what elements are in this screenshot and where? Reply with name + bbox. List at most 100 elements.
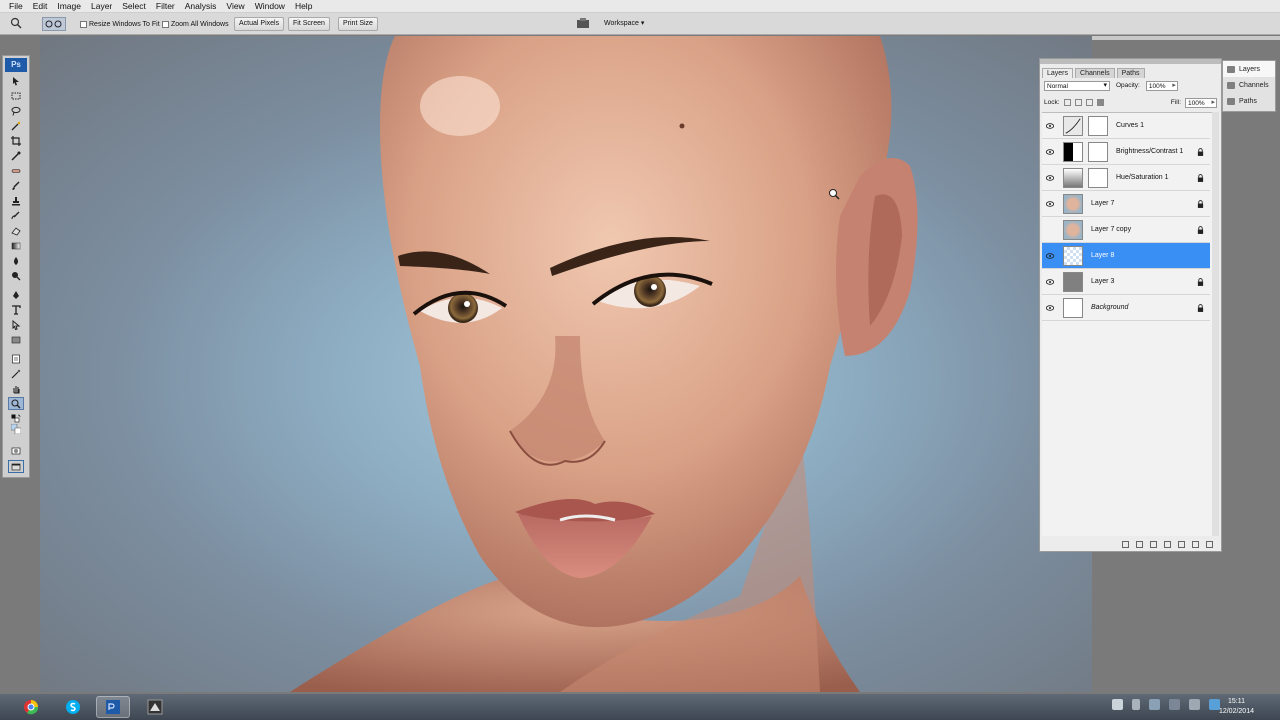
shape-tool-icon[interactable]	[8, 333, 24, 346]
network-icon[interactable]	[1169, 699, 1180, 710]
layer-row-curves[interactable]: Curves 1	[1042, 113, 1210, 139]
menu-window[interactable]: Window	[250, 0, 290, 12]
marquee-tool-icon[interactable]	[8, 89, 24, 102]
workspace-switch-icon[interactable]	[576, 17, 590, 32]
eyedropper-sample-tool-icon[interactable]	[8, 367, 24, 380]
visibility-eye-icon[interactable]	[1045, 121, 1055, 130]
layer-row-brightness-contrast[interactable]: Brightness/Contrast 1	[1042, 139, 1210, 165]
adjustment-layer-icon[interactable]	[1164, 540, 1171, 548]
menu-analysis[interactable]: Analysis	[180, 0, 222, 12]
lock-transparency-icon[interactable]	[1063, 99, 1071, 106]
tab-paths[interactable]: Paths	[1116, 68, 1145, 78]
clock[interactable]: 15:11 12/02/2014	[1219, 697, 1254, 717]
skype-icon[interactable]	[56, 696, 90, 718]
layer-row-layer-8[interactable]: Layer 8	[1042, 243, 1210, 269]
path-selection-tool-icon[interactable]	[8, 318, 24, 331]
dock-label: Channels	[1239, 81, 1269, 89]
healing-brush-tool-icon[interactable]	[8, 164, 24, 177]
layer-row-hue-saturation[interactable]: Hue/Saturation 1	[1042, 165, 1210, 191]
workspace-menu[interactable]: Workspace ▾	[604, 19, 644, 27]
menu-file[interactable]: File	[4, 0, 28, 12]
zoom-tool-icon[interactable]	[10, 17, 22, 31]
layers-panel-titlebar[interactable]	[1040, 59, 1221, 64]
history-brush-tool-icon[interactable]	[8, 209, 24, 222]
keyboard-icon[interactable]	[1112, 699, 1123, 710]
layer-row-layer-3[interactable]: Layer 3	[1042, 269, 1210, 295]
notes-tool-icon[interactable]	[8, 352, 24, 365]
pen-tool-icon[interactable]	[8, 288, 24, 301]
chrome-icon[interactable]	[14, 696, 48, 718]
menu-select[interactable]: Select	[117, 0, 151, 12]
lasso-tool-icon[interactable]	[8, 104, 24, 117]
app-icon[interactable]	[138, 696, 172, 718]
zoom-all-windows-checkbox[interactable]: Zoom All Windows	[162, 18, 229, 30]
add-mask-icon[interactable]	[1150, 540, 1157, 548]
fill-field[interactable]: 100%	[1185, 97, 1217, 108]
clone-stamp-tool-icon[interactable]	[8, 194, 24, 207]
actual-pixels-button[interactable]: Actual Pixels	[234, 17, 285, 31]
dock-layers[interactable]: Layers	[1223, 61, 1275, 77]
menu-edit[interactable]: Edit	[28, 0, 53, 12]
flag-icon[interactable]	[1149, 699, 1160, 710]
menu-view[interactable]: View	[221, 0, 249, 12]
tab-channels[interactable]: Channels	[1075, 68, 1115, 78]
visibility-eye-icon[interactable]	[1045, 147, 1055, 156]
menu-filter[interactable]: Filter	[151, 0, 180, 12]
crop-tool-icon[interactable]	[8, 134, 24, 147]
visibility-eye-icon[interactable]	[1045, 251, 1055, 260]
lock-pixels-icon[interactable]	[1074, 99, 1082, 106]
link-layers-icon[interactable]	[1122, 540, 1129, 548]
visibility-eye-icon[interactable]	[1045, 199, 1055, 208]
move-tool-icon[interactable]	[8, 74, 24, 87]
tray-expand-icon[interactable]	[1132, 699, 1140, 710]
document-canvas[interactable]	[40, 36, 1092, 692]
tab-layers[interactable]: Layers	[1042, 68, 1074, 78]
blur-tool-icon[interactable]	[8, 254, 24, 267]
resize-windows-checkbox[interactable]: Resize Windows To Fit	[80, 18, 160, 30]
visibility-eye-icon[interactable]	[1045, 303, 1055, 312]
layer-row-layer-7[interactable]: Layer 7	[1042, 191, 1210, 217]
new-group-icon[interactable]	[1178, 540, 1185, 548]
blend-mode-select[interactable]: Normal	[1044, 80, 1110, 91]
visibility-eye-icon[interactable]	[1045, 277, 1055, 286]
menu-help[interactable]: Help	[290, 0, 317, 12]
magic-wand-tool-icon[interactable]	[8, 119, 24, 132]
layer-list: Curves 1 Brightness/Contrast 1 Hue/Satur…	[1042, 112, 1219, 536]
zoom-tool-active-icon[interactable]	[8, 397, 24, 410]
layer-thumbnail	[1063, 219, 1083, 240]
layer-row-background[interactable]: Background	[1042, 295, 1210, 321]
visibility-eye-hidden-icon[interactable]	[1045, 225, 1055, 234]
eyedropper-tool-icon[interactable]	[8, 149, 24, 162]
brush-tool-icon[interactable]	[8, 179, 24, 192]
screen-mode-icon[interactable]	[8, 460, 24, 473]
opacity-field[interactable]: 100%	[1145, 80, 1178, 91]
gradient-tool-icon[interactable]	[8, 239, 24, 252]
zoom-cursor-icon	[829, 189, 840, 200]
lock-position-icon[interactable]	[1085, 99, 1093, 106]
photoshop-taskbar-icon[interactable]	[96, 696, 130, 718]
zoom-in-out-icon[interactable]	[42, 17, 66, 31]
type-tool-icon[interactable]	[8, 303, 24, 316]
dock-channels[interactable]: Channels	[1223, 77, 1275, 93]
lock-icon	[1196, 147, 1204, 156]
new-layer-icon[interactable]	[1192, 540, 1199, 548]
color-swatch-icon[interactable]	[8, 422, 24, 435]
quick-mask-icon[interactable]	[8, 444, 24, 457]
dock-paths[interactable]: Paths	[1223, 93, 1275, 109]
layers-scrollbar[interactable]	[1212, 112, 1219, 536]
lock-icon	[1196, 173, 1204, 182]
dodge-tool-icon[interactable]	[8, 269, 24, 282]
menu-layer[interactable]: Layer	[86, 0, 117, 12]
volume-icon[interactable]	[1189, 699, 1200, 710]
fit-screen-button[interactable]: Fit Screen	[288, 17, 330, 31]
hand-tool-icon[interactable]	[8, 382, 24, 395]
lock-all-icon[interactable]	[1096, 99, 1104, 106]
trash-icon[interactable]	[1206, 540, 1213, 548]
visibility-eye-icon[interactable]	[1045, 173, 1055, 182]
menu-image[interactable]: Image	[52, 0, 86, 12]
layer-style-icon[interactable]	[1136, 540, 1143, 548]
print-size-button[interactable]: Print Size	[338, 17, 378, 31]
layer-row-layer-7-copy[interactable]: Layer 7 copy	[1042, 217, 1210, 243]
eraser-tool-icon[interactable]	[8, 224, 24, 237]
lock-label: Lock:	[1044, 99, 1060, 106]
